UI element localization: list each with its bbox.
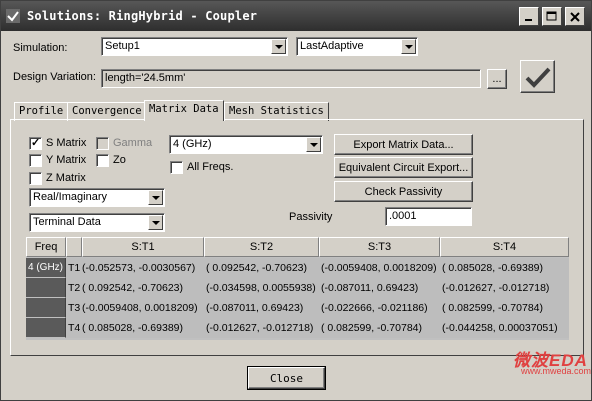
table-cell: ( 0.085028, -0.69389) bbox=[82, 322, 183, 334]
tab-matrix-data[interactable]: Matrix Data bbox=[144, 100, 224, 121]
pass-select[interactable]: LastAdaptive bbox=[296, 37, 418, 56]
data-type-select-value: Terminal Data bbox=[33, 216, 101, 228]
format-select[interactable]: Real/Imaginary bbox=[29, 188, 165, 207]
table-cell: (-0.012627, -0.012718) bbox=[442, 282, 550, 294]
freq-header[interactable]: Freq bbox=[26, 237, 66, 257]
checkmark-icon bbox=[525, 67, 550, 88]
table-cell: ( 0.082599, -0.70784) bbox=[321, 322, 422, 334]
setup-select[interactable]: Setup1 bbox=[101, 37, 288, 56]
table-cell: (-0.012627, -0.012718) bbox=[206, 322, 314, 334]
port-label: T1 bbox=[68, 262, 81, 274]
port-label: T2 bbox=[68, 282, 81, 294]
table-cell: (-0.087011, 0.69423) bbox=[206, 302, 304, 314]
all-freqs-label: All Freqs. bbox=[187, 161, 234, 173]
chevron-down-icon bbox=[401, 39, 416, 54]
equivalent-circuit-export-button[interactable]: Equivalent Circuit Export... bbox=[334, 157, 473, 178]
maximize-icon bbox=[546, 11, 557, 21]
frequency-select[interactable]: 4 (GHz) bbox=[169, 135, 323, 154]
z-matrix-label: Z Matrix bbox=[46, 172, 86, 184]
s-matrix-label: S Matrix bbox=[46, 137, 87, 149]
table-cell: (-0.087011, 0.69423) bbox=[321, 282, 419, 294]
title-bar[interactable]: Solutions: RingHybrid - Coupler bbox=[1, 1, 591, 31]
gamma-checkbox[interactable] bbox=[96, 137, 109, 150]
table-cell: ( 0.085028, -0.69389) bbox=[442, 262, 543, 274]
freq-cell-empty bbox=[26, 318, 66, 338]
chevron-down-icon bbox=[271, 39, 286, 54]
setup-select-value: Setup1 bbox=[105, 40, 140, 52]
accept-variation-button[interactable] bbox=[520, 60, 555, 93]
zo-checkbox[interactable] bbox=[96, 154, 109, 167]
design-variation-label: Design Variation: bbox=[13, 71, 96, 83]
y-matrix-label: Y Matrix bbox=[46, 154, 87, 166]
close-window-button[interactable] bbox=[565, 7, 585, 26]
close-button[interactable]: Close bbox=[247, 366, 326, 390]
export-matrix-data-button[interactable]: Export Matrix Data... bbox=[334, 134, 473, 155]
solutions-dialog: Solutions: RingHybrid - Coupler Simulati… bbox=[0, 0, 592, 401]
freq-cell-empty bbox=[26, 298, 66, 318]
chevron-down-icon bbox=[306, 137, 321, 152]
passivity-field[interactable]: .0001 bbox=[385, 207, 472, 226]
design-variation-field[interactable]: length='24.5mm' bbox=[101, 69, 481, 88]
freq-cell-empty bbox=[26, 278, 66, 298]
table-cell: (-0.022666, -0.021186) bbox=[321, 302, 428, 314]
data-type-select[interactable]: Terminal Data bbox=[29, 213, 165, 232]
table-cell: ( 0.092542, -0.70623) bbox=[206, 262, 307, 274]
z-matrix-checkbox[interactable] bbox=[29, 172, 42, 185]
chevron-down-icon bbox=[148, 190, 163, 205]
browse-variation-button[interactable]: ... bbox=[487, 69, 507, 89]
close-icon bbox=[570, 11, 580, 22]
column-header-st1[interactable]: S:T1 bbox=[82, 237, 204, 257]
check-passivity-button[interactable]: Check Passivity bbox=[334, 181, 473, 202]
passivity-label: Passivity bbox=[289, 211, 333, 223]
port-label: T4 bbox=[68, 322, 81, 334]
app-icon bbox=[6, 9, 20, 23]
s-matrix-checkbox[interactable]: ✓ bbox=[29, 137, 42, 150]
checkmark-icon: ✓ bbox=[31, 137, 41, 149]
table-cell: ( 0.082599, -0.70784) bbox=[442, 302, 543, 314]
port-label: T3 bbox=[68, 302, 81, 314]
port-header bbox=[66, 237, 82, 257]
column-header-st2[interactable]: S:T2 bbox=[204, 237, 319, 257]
table-cell: (-0.034598, 0.0055938) bbox=[206, 282, 316, 294]
table-cell: ( 0.092542, -0.70623) bbox=[82, 282, 183, 294]
pass-select-value: LastAdaptive bbox=[300, 40, 364, 52]
watermark-url: www.mweda.com bbox=[521, 366, 592, 376]
column-header-st4[interactable]: S:T4 bbox=[440, 237, 569, 257]
chevron-down-icon bbox=[148, 215, 163, 230]
table-cell: (-0.052573, -0.0030567) bbox=[82, 262, 196, 274]
window-title: Solutions: RingHybrid - Coupler bbox=[27, 9, 258, 23]
all-freqs-checkbox[interactable] bbox=[170, 161, 183, 174]
column-header-st3[interactable]: S:T3 bbox=[319, 237, 440, 257]
y-matrix-checkbox[interactable] bbox=[29, 154, 42, 167]
frequency-select-value: 4 (GHz) bbox=[173, 138, 212, 150]
zo-label: Zo bbox=[113, 154, 126, 166]
freq-cell: 4 (GHz) bbox=[26, 258, 66, 278]
minimize-icon bbox=[525, 18, 532, 21]
minimize-button[interactable] bbox=[519, 7, 539, 26]
gamma-label: Gamma bbox=[113, 137, 153, 149]
s-matrix-table[interactable]: Freq S:T1 S:T2 S:T3 S:T4 4 (GHz) T1 (-0.… bbox=[26, 237, 569, 340]
maximize-button[interactable] bbox=[542, 7, 562, 26]
table-cell: (-0.0059408, 0.0018209) bbox=[82, 302, 198, 314]
format-select-value: Real/Imaginary bbox=[33, 191, 107, 203]
table-cell: (-0.044258, 0.00037051) bbox=[442, 322, 558, 334]
table-cell: (-0.0059408, 0.0018209) bbox=[321, 262, 437, 274]
simulation-label: Simulation: bbox=[13, 42, 68, 54]
